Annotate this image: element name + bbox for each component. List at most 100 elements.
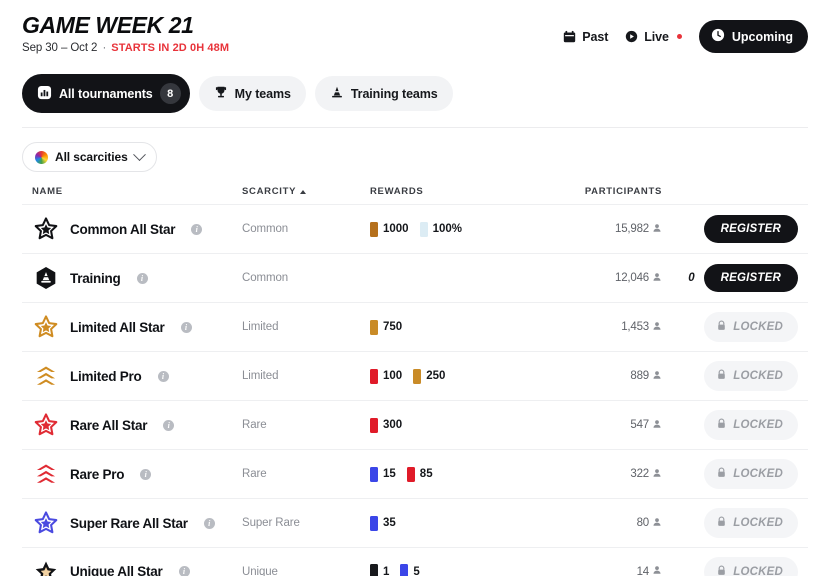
column-header-participants[interactable]: PARTICIPANTS xyxy=(572,186,662,197)
tab-badge-count: 8 xyxy=(159,83,181,105)
scarcity-value: Rare xyxy=(242,419,267,432)
column-header-rewards[interactable]: REWARDS xyxy=(370,186,572,197)
participants-cell: 1,453 xyxy=(572,321,662,334)
nav-item-upcoming[interactable]: Upcoming xyxy=(698,20,808,53)
tournament-name: Limited All Star xyxy=(70,319,165,335)
table-row[interactable]: Rare Pro i Rare 15 85 322 LOCKED xyxy=(22,449,808,498)
column-header-scarcity[interactable]: SCARCITY xyxy=(242,186,370,197)
reward-swatch xyxy=(370,368,378,384)
locked-label: LOCKED xyxy=(733,565,783,576)
register-button[interactable]: REGISTER xyxy=(703,215,798,244)
scarcity-value: Super Rare xyxy=(242,517,300,530)
participants-cell: 14 xyxy=(572,565,662,576)
reward-value: 15 xyxy=(383,468,396,481)
tab-training-teams[interactable]: Training teams xyxy=(314,76,453,112)
participants-count: 15,982 xyxy=(615,223,649,236)
table-row[interactable]: Training i Common 12,046 0 REGISTER xyxy=(22,253,808,302)
reward-chip: 15 xyxy=(370,466,396,482)
info-icon[interactable]: i xyxy=(203,517,215,529)
reward-chip: 1 xyxy=(370,564,389,576)
tournament-name: Unique All Star xyxy=(70,564,163,576)
participants-count: 80 xyxy=(636,517,650,530)
reward-swatch xyxy=(406,466,415,482)
info-icon[interactable]: i xyxy=(180,321,192,333)
scarcity-value: Common xyxy=(242,223,289,236)
tab-my-teams[interactable]: My teams xyxy=(198,76,306,112)
action-cell: LOCKED xyxy=(662,361,798,392)
register-button[interactable]: REGISTER xyxy=(703,264,798,293)
rewards-cell: 15 xyxy=(370,564,572,576)
locked-button: LOCKED xyxy=(704,410,798,441)
scarcity-filter-label: All scarcities xyxy=(55,150,128,165)
reward-chip: 35 xyxy=(370,515,396,531)
nav-item-past[interactable]: Past xyxy=(563,30,608,44)
reward-chip: 300 xyxy=(370,417,403,433)
reward-chip: 750 xyxy=(370,319,403,335)
reward-swatch xyxy=(413,368,422,384)
nav-label-past: Past xyxy=(582,29,609,44)
reward-chip: 1000 xyxy=(370,221,409,237)
tab-label-all-tournaments: All tournaments xyxy=(59,86,153,101)
info-icon[interactable]: i xyxy=(191,223,203,235)
info-icon[interactable]: i xyxy=(163,419,175,431)
action-cell: LOCKED xyxy=(662,556,798,576)
locked-label: LOCKED xyxy=(733,517,783,530)
countdown-text: STARTS IN 2D 0H 48M xyxy=(111,42,230,55)
locked-label: LOCKED xyxy=(733,321,783,334)
top-navigation: Past Live Upcoming xyxy=(563,13,808,53)
tournament-name: Limited Pro xyxy=(70,368,142,384)
reward-swatch xyxy=(370,515,378,531)
column-header-name[interactable]: NAME xyxy=(32,186,242,197)
table-row[interactable]: Super Rare All Star i Super Rare 35 80 LOCKED xyxy=(22,498,808,547)
info-icon[interactable]: i xyxy=(136,272,148,284)
locked-label: LOCKED xyxy=(733,419,783,432)
reward-value: 85 xyxy=(419,468,433,481)
star-outline-icon xyxy=(32,510,59,537)
person-icon xyxy=(652,223,662,236)
nav-label-live: Live xyxy=(644,29,669,44)
scarcity-filter-dropdown[interactable]: All scarcities xyxy=(22,142,157,173)
reward-value: 750 xyxy=(383,321,403,334)
tournaments-page: GAME WEEK 21 Sep 30 – Oct 2 · STARTS IN … xyxy=(0,0,830,576)
table-row[interactable]: Rare All Star i Rare 300 547 LOCKED xyxy=(22,400,808,449)
locked-label: LOCKED xyxy=(733,370,783,383)
person-icon xyxy=(652,565,662,576)
info-icon[interactable]: i xyxy=(157,370,169,382)
nav-item-live[interactable]: Live xyxy=(625,30,682,44)
reward-value: 300 xyxy=(383,419,403,432)
table-row[interactable]: Common All Star i Common 1000 100% 15,982 REGI… xyxy=(22,204,808,253)
table-row[interactable]: Limited All Star i Limited 750 1,453 LOCKED xyxy=(22,302,808,351)
table-row[interactable]: Unique All Star i Unique 1 5 14 LOCKED xyxy=(22,547,808,576)
tab-all-tournaments[interactable]: All tournaments 8 xyxy=(22,74,190,114)
separator: · xyxy=(102,42,107,55)
locked-button: LOCKED xyxy=(704,556,798,576)
info-icon[interactable]: i xyxy=(140,468,152,480)
person-icon xyxy=(652,517,662,530)
locked-label: LOCKED xyxy=(733,468,783,481)
participants-count: 1,453 xyxy=(621,321,649,334)
info-icon[interactable]: i xyxy=(178,566,190,576)
participants-cell: 80 xyxy=(572,517,662,530)
locked-button: LOCKED xyxy=(704,459,798,490)
action-cell: 0 REGISTER xyxy=(662,264,798,293)
row-name-cell: Training i xyxy=(32,265,242,292)
person-icon xyxy=(652,419,662,432)
row-name-cell: Rare Pro i xyxy=(32,461,242,488)
table-row[interactable]: Limited Pro i Limited 100 250 889 LOCKED xyxy=(22,351,808,400)
rewards-cell: 1000 100% xyxy=(370,221,572,237)
gameweek-block: GAME WEEK 21 Sep 30 – Oct 2 · STARTS IN … xyxy=(22,13,229,54)
row-name-cell: Unique All Star i xyxy=(32,558,242,576)
action-cell: LOCKED xyxy=(662,459,798,490)
action-cell: LOCKED xyxy=(662,508,798,539)
star-outline-icon xyxy=(32,314,59,341)
reward-chip: 5 xyxy=(400,564,420,576)
star-filled-icon xyxy=(32,558,59,576)
participants-count: 322 xyxy=(630,468,649,481)
rewards-cell: 100 250 xyxy=(370,368,572,384)
lock-icon xyxy=(716,565,727,576)
participants-cell: 547 xyxy=(572,419,662,432)
scarcity-value: Rare xyxy=(242,468,267,481)
chevron-down-icon xyxy=(132,147,146,161)
scarcity-value: Unique xyxy=(242,565,278,576)
person-icon xyxy=(652,370,662,383)
